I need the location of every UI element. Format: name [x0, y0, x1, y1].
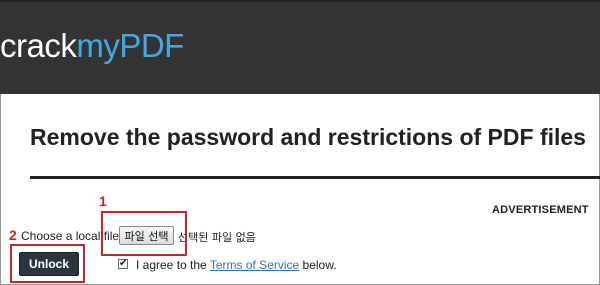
step-marker-2: 2 [9, 227, 17, 243]
terms-agreement-text: I agree to the Terms of Service below. [136, 258, 337, 272]
logo-text-mypdf: myPDF [76, 27, 184, 64]
title-divider [30, 176, 600, 179]
advertisement-label: ADVERTISEMENT [492, 204, 589, 216]
no-file-selected-text: 선택된 파일 없음 [178, 231, 256, 244]
site-logo[interactable]: crackmyPDF [0, 27, 184, 65]
terms-of-service-link[interactable]: Terms of Service [210, 258, 299, 272]
terms-checkbox[interactable]: ✔ [118, 259, 128, 269]
site-header: crackmyPDF [0, 0, 600, 94]
step-marker-1: 1 [99, 193, 107, 209]
highlight-box-1 [101, 211, 187, 256]
terms-text-after: below. [299, 258, 337, 272]
logo-text-crack: crack [0, 27, 77, 64]
highlight-box-2 [10, 244, 85, 283]
terms-text-before: I agree to the [136, 258, 210, 272]
page-title: Remove the password and restrictions of … [30, 124, 586, 150]
